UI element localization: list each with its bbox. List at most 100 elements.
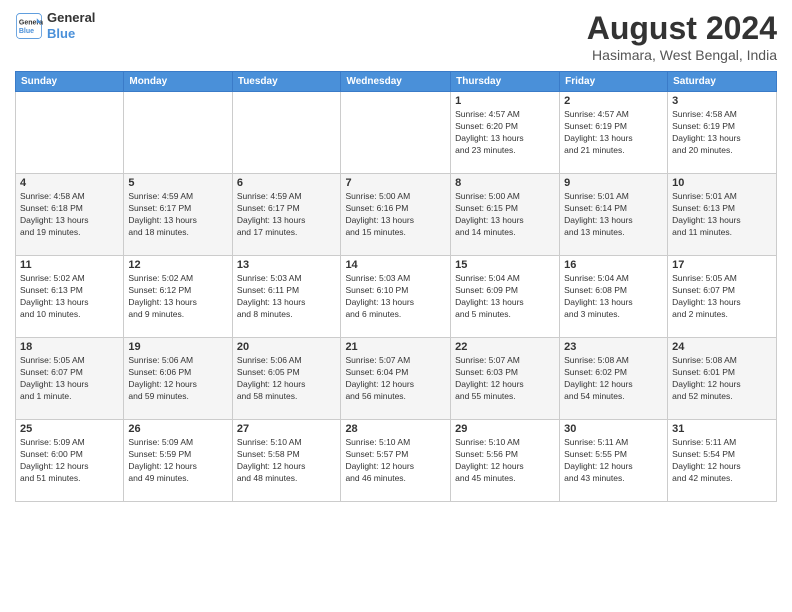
week-row-1: 1 Sunrise: 4:57 AM Sunset: 6:20 PM Daylig… <box>16 92 777 174</box>
day-info: Sunrise: 5:02 AM Sunset: 6:13 PM Dayligh… <box>20 273 119 321</box>
day-info: Sunrise: 5:08 AM Sunset: 6:02 PM Dayligh… <box>564 355 663 403</box>
table-row: 9Sunrise: 5:01 AM Sunset: 6:14 PM Daylig… <box>560 174 668 256</box>
day-info: Sunrise: 5:05 AM Sunset: 6:07 PM Dayligh… <box>672 273 772 321</box>
day-number: 19 <box>128 341 227 353</box>
day-info: Sunrise: 4:59 AM Sunset: 6:17 PM Dayligh… <box>128 191 227 239</box>
day-info: Sunrise: 5:06 AM Sunset: 6:05 PM Dayligh… <box>237 355 337 403</box>
table-row: 25 Sunrise: 5:09 AM Sunset: 6:00 PM Dayli… <box>16 420 124 502</box>
day-number: 4 <box>20 177 119 189</box>
header: General Blue General Blue August 2024 Ha… <box>15 10 777 63</box>
table-row: 21Sunrise: 5:07 AM Sunset: 6:04 PM Dayli… <box>341 338 451 420</box>
table-row: 29Sunrise: 5:10 AM Sunset: 5:56 PM Dayli… <box>451 420 560 502</box>
day-info: Sunrise: 5:01 AM Sunset: 6:13 PM Dayligh… <box>672 191 772 239</box>
day-info: Sunrise: 5:11 AM Sunset: 5:54 PM Dayligh… <box>672 437 772 485</box>
week-row-4: 18Sunrise: 5:05 AM Sunset: 6:07 PM Dayli… <box>16 338 777 420</box>
logo: General Blue General Blue <box>15 10 95 41</box>
location-subtitle: Hasimara, West Bengal, India <box>587 47 777 63</box>
table-row: 7Sunrise: 5:00 AM Sunset: 6:16 PM Daylig… <box>341 174 451 256</box>
table-row: 23 Sunrise: 5:08 AM Sunset: 6:02 PM Dayli… <box>560 338 668 420</box>
day-info: Sunrise: 5:03 AM Sunset: 6:10 PM Dayligh… <box>345 273 446 321</box>
day-info: Sunrise: 5:09 AM Sunset: 5:59 PM Dayligh… <box>128 437 227 485</box>
day-number: 20 <box>237 341 337 353</box>
table-row: 5Sunrise: 4:59 AM Sunset: 6:17 PM Daylig… <box>124 174 232 256</box>
table-row: 10 Sunrise: 5:01 AM Sunset: 6:13 PM Dayli… <box>668 174 777 256</box>
col-friday: Friday <box>560 72 668 92</box>
day-info: Sunrise: 5:04 AM Sunset: 6:08 PM Dayligh… <box>564 273 663 321</box>
table-row: 17 Sunrise: 5:05 AM Sunset: 6:07 PM Dayli… <box>668 256 777 338</box>
table-row: 1 Sunrise: 4:57 AM Sunset: 6:20 PM Daylig… <box>451 92 560 174</box>
day-number: 28 <box>345 423 446 435</box>
table-row: 12Sunrise: 5:02 AM Sunset: 6:12 PM Dayli… <box>124 256 232 338</box>
table-row: 19 Sunrise: 5:06 AM Sunset: 6:06 PM Dayli… <box>124 338 232 420</box>
day-info: Sunrise: 5:03 AM Sunset: 6:11 PM Dayligh… <box>237 273 337 321</box>
day-number: 16 <box>564 259 663 271</box>
day-number: 8 <box>455 177 555 189</box>
day-number: 9 <box>564 177 663 189</box>
table-row: 16 Sunrise: 5:04 AM Sunset: 6:08 PM Dayli… <box>560 256 668 338</box>
table-row: 26 Sunrise: 5:09 AM Sunset: 5:59 PM Dayli… <box>124 420 232 502</box>
table-row: 28Sunrise: 5:10 AM Sunset: 5:57 PM Dayli… <box>341 420 451 502</box>
day-info: Sunrise: 4:57 AM Sunset: 6:20 PM Dayligh… <box>455 109 555 157</box>
day-number: 15 <box>455 259 555 271</box>
day-number: 3 <box>672 95 772 107</box>
logo-text: General Blue <box>47 10 95 41</box>
day-number: 17 <box>672 259 772 271</box>
table-row: 15 Sunrise: 5:04 AM Sunset: 6:09 PM Dayli… <box>451 256 560 338</box>
day-info: Sunrise: 5:09 AM Sunset: 6:00 PM Dayligh… <box>20 437 119 485</box>
table-row: 31 Sunrise: 5:11 AM Sunset: 5:54 PM Dayli… <box>668 420 777 502</box>
day-number: 13 <box>237 259 337 271</box>
day-info: Sunrise: 5:07 AM Sunset: 6:04 PM Dayligh… <box>345 355 446 403</box>
day-number: 6 <box>237 177 337 189</box>
week-row-3: 11 Sunrise: 5:02 AM Sunset: 6:13 PM Dayli… <box>16 256 777 338</box>
day-number: 31 <box>672 423 772 435</box>
table-row: 30Sunrise: 5:11 AM Sunset: 5:55 PM Dayli… <box>560 420 668 502</box>
week-row-2: 4 Sunrise: 4:58 AM Sunset: 6:18 PM Daylig… <box>16 174 777 256</box>
table-row: 27 Sunrise: 5:10 AM Sunset: 5:58 PM Dayli… <box>232 420 341 502</box>
day-number: 18 <box>20 341 119 353</box>
day-info: Sunrise: 5:00 AM Sunset: 6:15 PM Dayligh… <box>455 191 555 239</box>
svg-text:General: General <box>19 19 43 26</box>
day-number: 26 <box>128 423 227 435</box>
col-thursday: Thursday <box>451 72 560 92</box>
day-number: 10 <box>672 177 772 189</box>
day-info: Sunrise: 5:07 AM Sunset: 6:03 PM Dayligh… <box>455 355 555 403</box>
table-row: 13 Sunrise: 5:03 AM Sunset: 6:11 PM Dayli… <box>232 256 341 338</box>
table-row: 8 Sunrise: 5:00 AM Sunset: 6:15 PM Daylig… <box>451 174 560 256</box>
table-row: 20 Sunrise: 5:06 AM Sunset: 6:05 PM Dayli… <box>232 338 341 420</box>
month-title: August 2024 <box>587 10 777 47</box>
day-info: Sunrise: 5:04 AM Sunset: 6:09 PM Dayligh… <box>455 273 555 321</box>
table-row: 11 Sunrise: 5:02 AM Sunset: 6:13 PM Dayli… <box>16 256 124 338</box>
logo-icon: General Blue <box>15 12 43 40</box>
table-row: 18Sunrise: 5:05 AM Sunset: 6:07 PM Dayli… <box>16 338 124 420</box>
table-row <box>232 92 341 174</box>
table-row <box>341 92 451 174</box>
calendar-header-row: Sunday Monday Tuesday Wednesday Thursday… <box>16 72 777 92</box>
table-row: 3 Sunrise: 4:58 AM Sunset: 6:19 PM Daylig… <box>668 92 777 174</box>
table-row: 6Sunrise: 4:59 AM Sunset: 6:17 PM Daylig… <box>232 174 341 256</box>
table-row: 24Sunrise: 5:08 AM Sunset: 6:01 PM Dayli… <box>668 338 777 420</box>
table-row <box>124 92 232 174</box>
day-info: Sunrise: 4:58 AM Sunset: 6:19 PM Dayligh… <box>672 109 772 157</box>
day-info: Sunrise: 5:10 AM Sunset: 5:58 PM Dayligh… <box>237 437 337 485</box>
day-number: 22 <box>455 341 555 353</box>
col-tuesday: Tuesday <box>232 72 341 92</box>
day-info: Sunrise: 4:58 AM Sunset: 6:18 PM Dayligh… <box>20 191 119 239</box>
svg-text:Blue: Blue <box>19 28 34 35</box>
day-number: 27 <box>237 423 337 435</box>
logo-line1: General <box>47 10 95 26</box>
day-number: 11 <box>20 259 119 271</box>
day-info: Sunrise: 5:08 AM Sunset: 6:01 PM Dayligh… <box>672 355 772 403</box>
page: General Blue General Blue August 2024 Ha… <box>0 0 792 612</box>
day-number: 23 <box>564 341 663 353</box>
day-number: 14 <box>345 259 446 271</box>
col-wednesday: Wednesday <box>341 72 451 92</box>
day-info: Sunrise: 4:57 AM Sunset: 6:19 PM Dayligh… <box>564 109 663 157</box>
col-sunday: Sunday <box>16 72 124 92</box>
title-block: August 2024 Hasimara, West Bengal, India <box>587 10 777 63</box>
table-row: 22 Sunrise: 5:07 AM Sunset: 6:03 PM Dayli… <box>451 338 560 420</box>
day-number: 1 <box>455 95 555 107</box>
day-number: 2 <box>564 95 663 107</box>
day-number: 25 <box>20 423 119 435</box>
table-row: 14 Sunrise: 5:03 AM Sunset: 6:10 PM Dayli… <box>341 256 451 338</box>
day-info: Sunrise: 5:06 AM Sunset: 6:06 PM Dayligh… <box>128 355 227 403</box>
